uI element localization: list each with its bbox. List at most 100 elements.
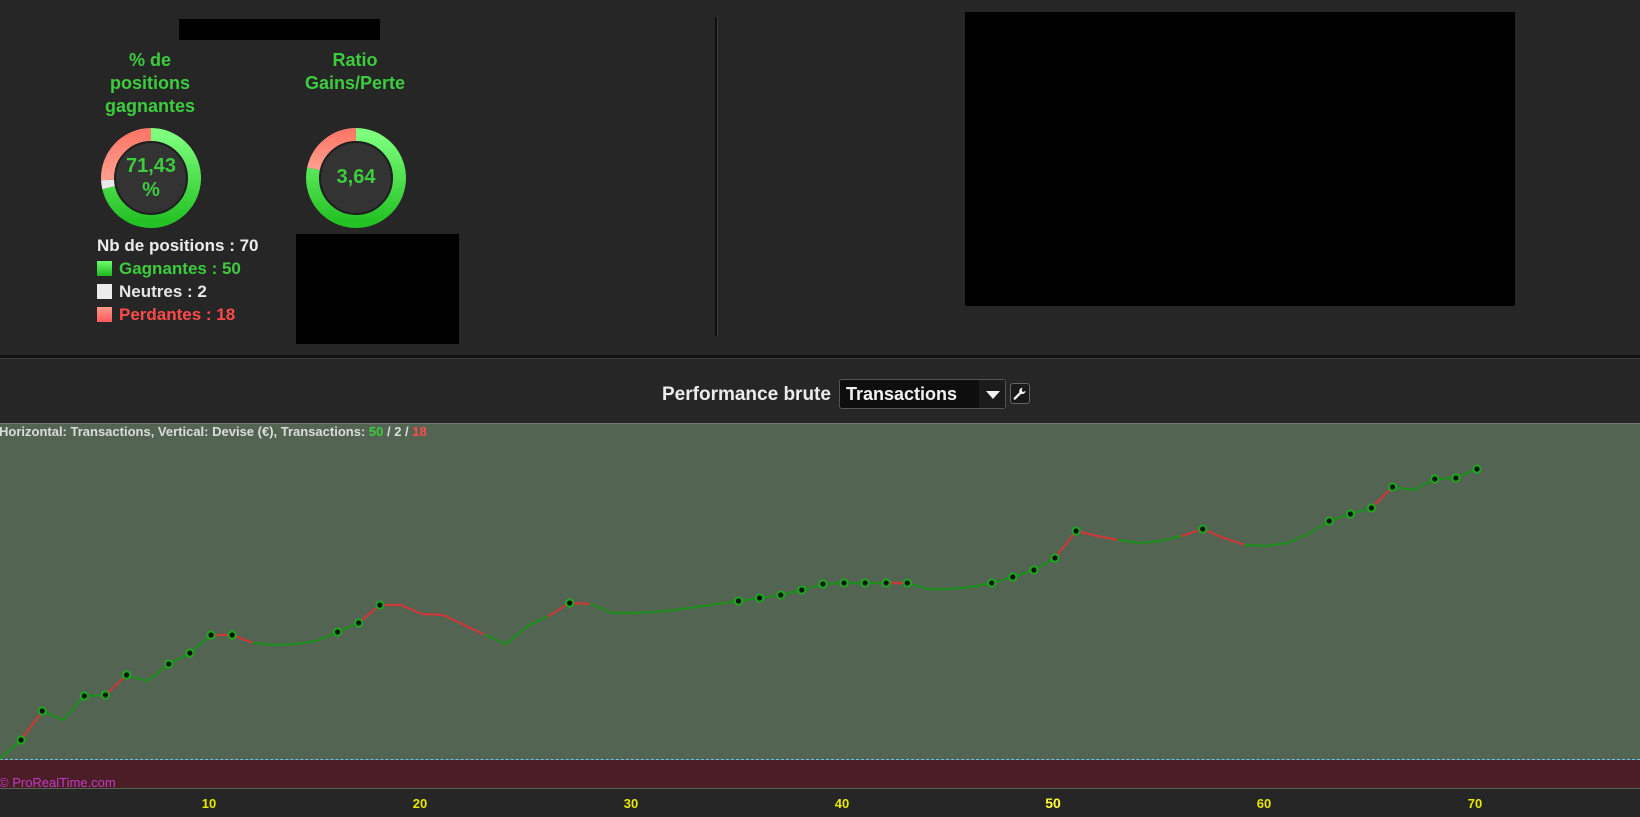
trade-point [1390, 484, 1396, 490]
equity-segment [526, 614, 550, 628]
trade-point [883, 580, 889, 586]
trade-point [904, 580, 910, 586]
x-tick-label: 30 [624, 796, 638, 811]
trade-point [757, 595, 763, 601]
redacted-info-panel [296, 234, 459, 344]
trade-point [187, 650, 193, 656]
gauge-value-line: 3,64 [336, 166, 376, 188]
performance-mode-select[interactable]: Transactions [839, 379, 1006, 409]
equity-segment [674, 605, 698, 612]
trade-point [1474, 466, 1480, 472]
trade-point [229, 632, 235, 638]
x-tick-label: 60 [1257, 796, 1271, 811]
equity-segment [252, 641, 276, 647]
trade-point [862, 580, 868, 586]
trade-point [1073, 528, 1079, 534]
winning-swatch [97, 261, 112, 276]
settings-button[interactable] [1010, 383, 1030, 404]
equity-segment [948, 585, 972, 591]
equity-segment [20, 709, 44, 742]
equity-segment [1096, 534, 1120, 542]
trade-point [208, 632, 214, 638]
equity-segment [1053, 529, 1078, 560]
equity-segment [420, 612, 445, 617]
trade-point [166, 661, 172, 667]
equity-segment [652, 608, 677, 614]
trade-point [356, 620, 362, 626]
x-tick-label: 40 [835, 796, 849, 811]
equity-segment [463, 623, 487, 637]
equity-segment [442, 613, 466, 627]
performance-label: Performance brute [662, 384, 831, 405]
gauge-ratio-title: Ratio Gains/Perte [300, 49, 410, 95]
equity-segment [1285, 532, 1310, 545]
equity-curve: 10 20 30 40 50 60 70 [0, 464, 1482, 811]
equity-segment [294, 639, 318, 646]
gauge-title-line: Ratio [332, 50, 378, 70]
gauge-value-line: % [142, 179, 160, 201]
trade-point [1347, 511, 1353, 517]
x-tick-label: 10 [202, 796, 216, 811]
ratio-value: 3,64 [315, 166, 397, 189]
trade-point [377, 602, 383, 608]
trade-point [1052, 555, 1058, 561]
gauge-title-line: positions [110, 73, 190, 93]
trade-point [81, 693, 87, 699]
equity-segment [1243, 543, 1268, 548]
trade-point [820, 581, 826, 587]
equity-segment [399, 603, 424, 616]
equity-segment [1117, 538, 1141, 545]
x-tick-label: 70 [1468, 796, 1482, 811]
equity-segment [1222, 536, 1247, 547]
gauge-title-line: gagnantes [104, 96, 196, 116]
section-splitter[interactable] [0, 355, 1640, 359]
trade-point [1453, 475, 1459, 481]
trade-point [735, 598, 742, 604]
redacted-chart-panel [965, 12, 1515, 306]
equity-segment [273, 642, 297, 647]
trade-point [778, 592, 784, 598]
equity-segment [631, 610, 656, 615]
trade-point [1368, 505, 1375, 511]
trade-point [1432, 476, 1438, 482]
wrench-icon [1013, 387, 1026, 400]
trade-point [335, 629, 341, 635]
neutral-positions-label: Neutres : 2 [119, 282, 207, 301]
total-positions-label: Nb de positions : 70 [97, 236, 259, 255]
trade-point [39, 708, 45, 714]
trade-point [1200, 526, 1206, 532]
trade-point [989, 580, 995, 586]
losing-swatch [97, 307, 112, 322]
equity-segment [505, 624, 529, 646]
trade-point [1031, 567, 1037, 573]
x-tick-label: 50 [1045, 795, 1061, 811]
gauge-title-line: % de [128, 50, 171, 70]
panel-divider [715, 18, 718, 336]
gauge-title-line: Gains/Perte [305, 73, 406, 93]
select-value: Transactions [846, 384, 958, 404]
gauge-win-rate-title: % de positions gagnantes [80, 49, 220, 118]
trade-point [567, 600, 573, 606]
equity-segment [484, 633, 508, 646]
x-tick-label: 20 [413, 796, 427, 811]
equity-segment [62, 694, 86, 722]
redacted-title-bar [179, 19, 380, 40]
trade-point [124, 672, 130, 678]
equity-segment [589, 602, 614, 615]
losing-positions-label: Perdantes : 18 [119, 305, 236, 324]
trade-point [1010, 574, 1016, 580]
gauge-value-line: 71,43 [125, 155, 177, 177]
equity-segment [1138, 539, 1162, 545]
winning-positions-label: Gagnantes : 50 [119, 259, 241, 278]
gauge-neutral-arc [101, 179, 116, 190]
equity-segment [1159, 534, 1183, 543]
chevron-down-icon[interactable] [979, 380, 1005, 408]
trade-point [18, 737, 24, 743]
neutral-swatch [97, 284, 112, 299]
trade-point [1326, 518, 1332, 524]
equity-segment [1264, 541, 1289, 548]
trade-point [841, 580, 847, 586]
trade-point [102, 692, 109, 698]
equity-segment [695, 602, 719, 609]
trade-point [799, 587, 805, 593]
